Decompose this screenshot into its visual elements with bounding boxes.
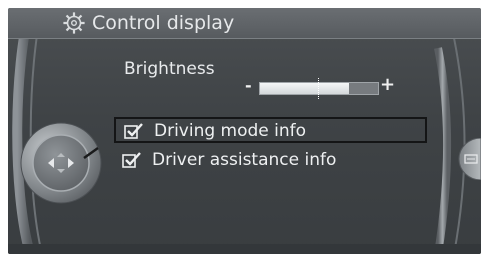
control-display-screen: Control display Brightness - + Driving m…: [8, 8, 481, 254]
checkbox-checked-icon: [124, 123, 143, 139]
title-bar: Control display: [8, 8, 481, 39]
brightness-label: Brightness: [124, 59, 215, 79]
option-label: Driver assistance info: [152, 150, 337, 170]
checkbox-checked-icon: [122, 152, 141, 168]
option-label: Driving mode info: [154, 121, 307, 141]
brightness-slider-midpoint: [318, 78, 320, 99]
option-driver-assistance-info[interactable]: Driver assistance info: [114, 148, 427, 174]
gear-icon: [63, 12, 85, 34]
brightness-increase-symbol: +: [380, 74, 396, 95]
page-title: Control display: [92, 12, 235, 34]
brightness-decrease-symbol: -: [245, 76, 252, 95]
option-driving-mode-info[interactable]: Driving mode info: [114, 117, 427, 143]
options-button-icon[interactable]: [457, 138, 481, 180]
controller-knob-icon[interactable]: [18, 120, 104, 206]
brightness-slider[interactable]: [259, 78, 379, 99]
brightness-slider-fill: [260, 83, 349, 94]
